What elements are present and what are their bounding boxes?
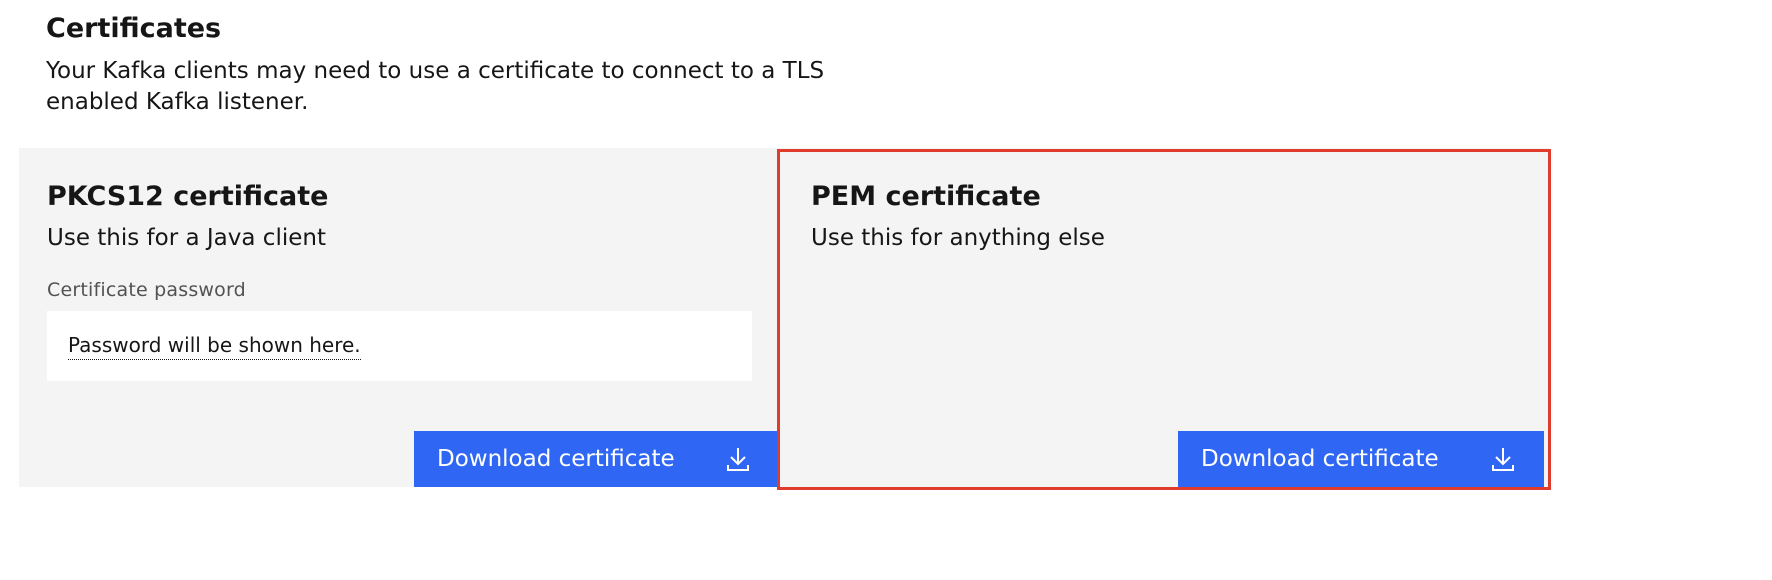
download-icon [727,448,749,471]
section-title: Certificates [46,13,222,44]
pkcs12-download-button[interactable]: Download certificate [414,431,779,487]
certificate-tiles: PKCS12 certificate Use this for a Java c… [19,148,1549,487]
download-button-label: Download certificate [1201,446,1439,472]
download-button-label: Download certificate [437,446,675,472]
pem-tile: PEM certificate Use this for anything el… [779,148,1549,487]
certificate-password-label: Certificate password [47,279,246,301]
pkcs12-tile: PKCS12 certificate Use this for a Java c… [19,148,779,487]
pem-download-button[interactable]: Download certificate [1178,431,1544,487]
certificates-page: Certificates Your Kafka clients may need… [0,0,1772,580]
section-description: Your Kafka clients may need to use a cer… [46,58,825,115]
pkcs12-subtitle: Use this for a Java client [47,225,326,251]
certificate-password-field: Password will be shown here. [47,311,752,381]
download-icon [1492,448,1514,471]
pem-subtitle: Use this for anything else [811,225,1105,251]
pkcs12-title: PKCS12 certificate [47,181,329,212]
password-placeholder[interactable]: Password will be shown here. [68,331,361,360]
pem-title: PEM certificate [811,181,1041,212]
